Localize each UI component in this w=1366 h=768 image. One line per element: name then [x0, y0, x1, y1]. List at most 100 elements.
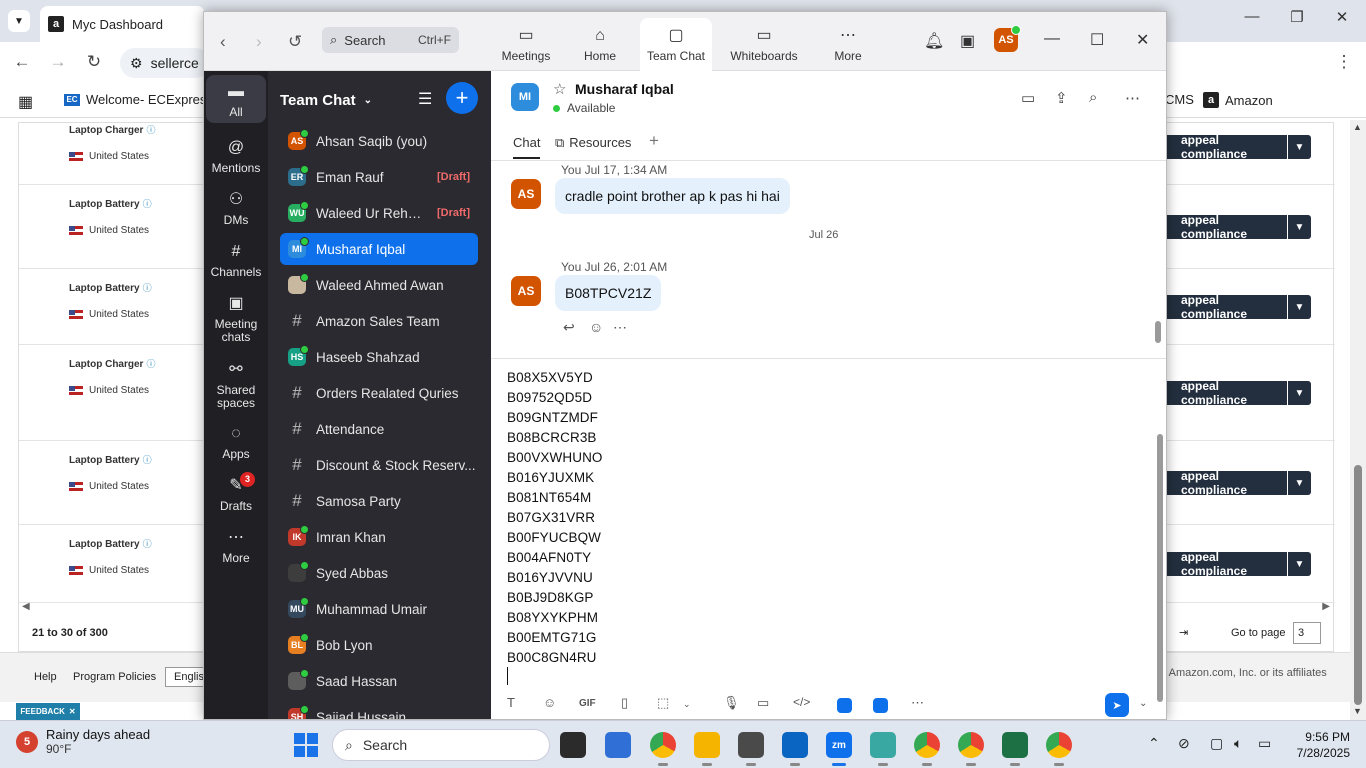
contact-item[interactable]: Waleed Ahmed Awan [280, 269, 478, 301]
calendar-icon[interactable]: ▣ [960, 31, 975, 51]
taskbar-search[interactable]: ⌕ Search [332, 729, 550, 761]
browser-menu-icon[interactable]: ⋮ [1332, 52, 1356, 72]
outlook-icon[interactable] [782, 732, 808, 766]
info-icon[interactable]: ⓘ [143, 283, 152, 293]
rail-item-dms[interactable]: ⚇ DMs [206, 183, 266, 227]
weather-widget[interactable]: 5 Rainy days ahead 90°F [16, 727, 150, 756]
site-settings-icon[interactable]: ⚙ [130, 55, 143, 72]
appeal-compliance-button[interactable]: appeal compliance ▼ [1159, 381, 1311, 405]
user-avatar[interactable]: AS [994, 25, 1021, 52]
channel-item[interactable]: # Orders Realated Quries [280, 377, 478, 409]
rail-item-mentions[interactable]: @ Mentions [206, 131, 266, 175]
add-tab-icon[interactable]: + [649, 131, 659, 158]
contact-name[interactable]: Musharaf Iqbal [575, 81, 674, 97]
appeal-compliance-button[interactable]: appeal compliance ▼ [1159, 295, 1311, 319]
contact-item[interactable]: MU Muhammad Umair [280, 593, 478, 625]
file-icon[interactable]: ▯ [621, 695, 628, 711]
info-icon[interactable]: ⓘ [143, 539, 152, 549]
video-message-icon[interactable]: ▭ [757, 695, 769, 711]
format-text-icon[interactable]: T [507, 695, 515, 710]
gif-icon[interactable]: GIF [579, 698, 596, 709]
page-scroll-thumb[interactable] [1354, 465, 1362, 705]
chevron-down-icon[interactable]: ▼ [1287, 215, 1311, 239]
browser-close-button[interactable]: ✕ [1322, 8, 1362, 26]
rail-item-meeting-chats[interactable]: ▣ Meeting chats [206, 287, 266, 344]
rail-item-all[interactable]: ▬ All [206, 75, 266, 123]
microphone-icon[interactable]: 🎙︎ [723, 695, 740, 711]
chevron-down-icon[interactable]: ▼ [1287, 552, 1311, 576]
address-bar[interactable]: ⚙ sellerce [120, 48, 210, 78]
forward-arrow-icon[interactable]: → [46, 52, 70, 72]
page-vertical-scrollbar[interactable]: ▲ ▼ [1350, 120, 1366, 720]
new-chat-button[interactable]: + [446, 82, 478, 114]
reload-icon[interactable]: ↻ [82, 52, 106, 72]
scroll-down-icon[interactable]: ▼ [1353, 706, 1362, 716]
app-integration-icon[interactable] [873, 698, 888, 713]
contact-avatar[interactable]: MI [511, 83, 539, 111]
excel-icon[interactable] [1002, 732, 1028, 766]
last-page-icon[interactable]: ⇥ [1179, 626, 1188, 639]
send-button[interactable]: ➤ [1105, 693, 1129, 717]
main-tab-whiteboards[interactable]: ▭ Whiteboards [722, 18, 806, 71]
reply-icon[interactable]: ↩ [563, 319, 575, 336]
main-tab-meetings[interactable]: ▭ Meetings [488, 18, 564, 71]
language-select[interactable]: English [165, 667, 205, 687]
calculator-icon[interactable] [738, 732, 764, 766]
footer-help-link[interactable]: Help [34, 671, 57, 683]
main-tab-home[interactable]: ⌂ Home [576, 18, 624, 71]
star-icon[interactable]: ☆ [553, 80, 566, 98]
contact-item[interactable]: Saad Hassan [280, 665, 478, 697]
chrome-profile-icon[interactable] [958, 732, 984, 766]
zoom-app-icon[interactable]: zm [826, 732, 852, 766]
message-bubble[interactable]: cradle point brother ap k pas hi hai [555, 178, 790, 214]
scroll-left-icon[interactable]: ◀ [22, 601, 30, 612]
goto-page-input[interactable]: 3 [1293, 622, 1321, 644]
battery-icon[interactable]: ▭ [1258, 735, 1271, 752]
history-icon[interactable]: ↺ [288, 32, 302, 52]
scroll-up-icon[interactable]: ▲ [1353, 122, 1362, 132]
contact-item[interactable]: BL Bob Lyon [280, 629, 478, 661]
channel-item[interactable]: # Amazon Sales Team [280, 305, 478, 337]
browser-tab-dashboard[interactable]: a Myc Dashboard [40, 6, 205, 42]
contact-item[interactable]: AS Ahsan Saqib (you) [280, 125, 478, 157]
taskbar-clock[interactable]: 9:56 PM 7/28/2025 [1290, 729, 1350, 761]
contact-item[interactable]: IK Imran Khan [280, 521, 478, 553]
network-icon[interactable]: ⊘ [1178, 735, 1190, 752]
contact-item[interactable]: HS Haseeb Shahzad [280, 341, 478, 373]
more-actions-icon[interactable]: ⋯ [613, 319, 627, 336]
contact-item[interactable]: WU Waleed Ur Rehm... [Draft] [280, 197, 478, 229]
forward-chevron-icon[interactable]: › [256, 32, 262, 52]
chevron-down-icon[interactable]: ⌄ [683, 699, 691, 710]
bookmark-cms[interactable]: CMS [1165, 92, 1194, 107]
windows-start-icon[interactable] [294, 733, 318, 757]
contact-item[interactable]: SH Sajjad Hussain [280, 701, 478, 719]
close-icon[interactable]: ✕ [69, 707, 76, 716]
store-icon[interactable] [605, 732, 631, 758]
notifications-bell-icon[interactable]: 🔔︎ [924, 31, 944, 51]
contact-item[interactable]: MI Musharaf Iqbal [280, 233, 478, 265]
info-icon[interactable]: ⓘ [146, 359, 155, 369]
chrome-icon[interactable] [650, 732, 676, 766]
app-integration-icon[interactable] [837, 698, 852, 713]
tab-chat[interactable]: Chat [513, 135, 541, 159]
scroll-right-icon[interactable]: ▶ [1322, 601, 1330, 612]
chevron-down-icon[interactable]: ▼ [1287, 381, 1311, 405]
chrome-profile-icon[interactable] [1046, 732, 1072, 766]
info-icon[interactable]: ⓘ [143, 455, 152, 465]
info-icon[interactable]: ⓘ [143, 199, 152, 209]
channel-item[interactable]: # Discount & Stock Reserv... [280, 449, 478, 481]
appeal-compliance-button[interactable]: appeal compliance ▼ [1159, 135, 1311, 159]
rail-item-drafts[interactable]: ✎ Drafts 3 [206, 469, 266, 513]
composer-scroll-thumb[interactable] [1157, 434, 1163, 702]
footer-policies-link[interactable]: Program Policies [73, 671, 156, 683]
more-options-icon[interactable]: ⋯ [1125, 89, 1140, 107]
screenshot-icon[interactable]: ⬚ [657, 695, 669, 711]
main-tab-team-chat[interactable]: ▢ Team Chat [640, 18, 712, 71]
rail-item-apps[interactable]: ◌ Apps [206, 417, 266, 461]
search-icon[interactable]: ⌕ [1089, 89, 1097, 106]
filter-icon[interactable]: ☰ [418, 89, 432, 109]
zoom-minimize-button[interactable]: — [1044, 30, 1060, 48]
chevron-down-icon[interactable]: ⌄ [1139, 698, 1147, 709]
zoom-maximize-button[interactable]: ☐ [1090, 30, 1104, 50]
browser-minimize-button[interactable]: — [1232, 8, 1272, 25]
